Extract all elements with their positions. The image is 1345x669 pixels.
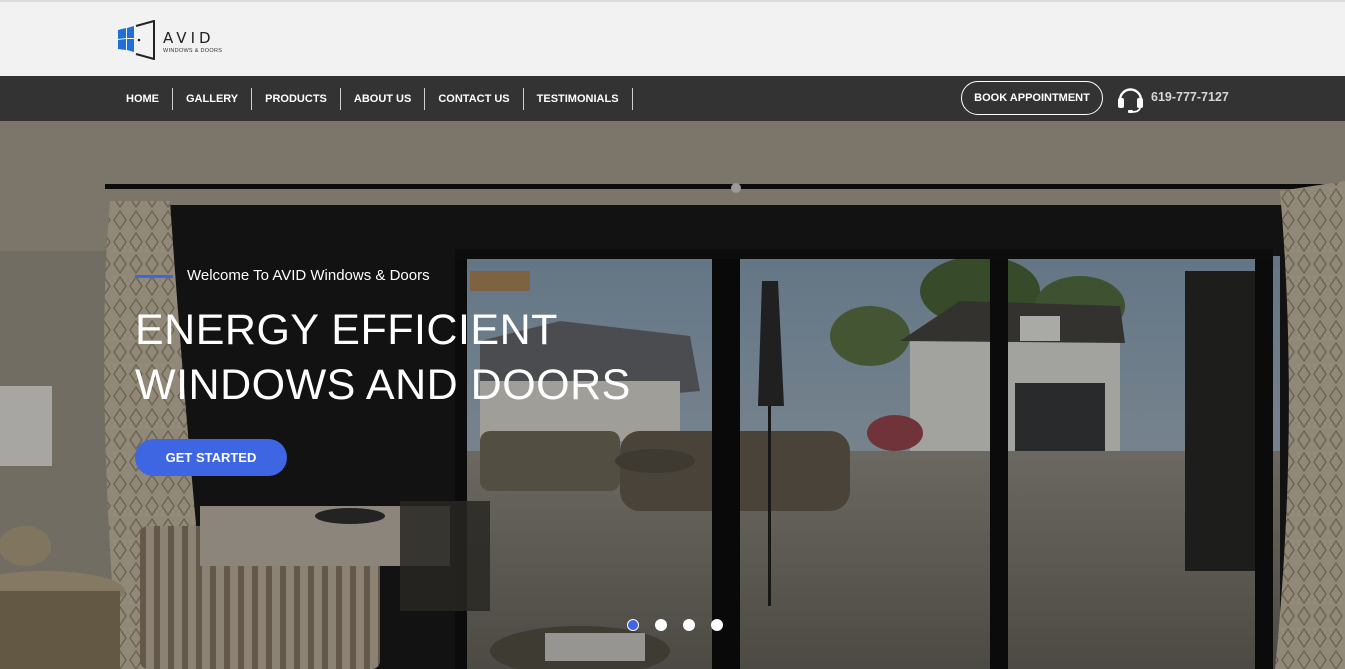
nav-item-gallery[interactable]: GALLERY	[173, 87, 253, 110]
hero-slider: Welcome To AVID Windows & Doors ENERGY E…	[0, 121, 1345, 669]
logo-window-icon	[118, 20, 155, 60]
headset-icon	[1118, 88, 1143, 113]
hero-headline-line-2: WINDOWS AND DOORS	[135, 361, 631, 409]
nav-item-testimonials[interactable]: TESTIMONIALS	[524, 87, 633, 110]
nav-item-products[interactable]: PRODUCTS	[252, 87, 341, 110]
welcome-accent-line	[135, 275, 173, 278]
main-navigation: HOME GALLERY PRODUCTS ABOUT US CONTACT U…	[0, 76, 1345, 121]
slider-pagination	[627, 619, 723, 631]
hero-headline: ENERGY EFFICIENT WINDOWS AND DOORS	[135, 303, 631, 413]
nav-item-home[interactable]: HOME	[113, 87, 173, 110]
phone-number[interactable]: 619-777-7127	[1151, 90, 1229, 104]
nav-menu: HOME GALLERY PRODUCTS ABOUT US CONTACT U…	[113, 76, 633, 121]
logo-tagline: WINDOWS & DOORS	[163, 48, 223, 54]
book-appointment-button[interactable]: BOOK APPOINTMENT	[961, 81, 1103, 115]
site-logo[interactable]: AVID WINDOWS & DOORS	[117, 18, 227, 62]
slider-dot-3[interactable]	[683, 619, 695, 631]
site-header: AVID WINDOWS & DOORS	[0, 2, 1345, 76]
get-started-button[interactable]: GET STARTED	[135, 439, 287, 476]
slider-dot-4[interactable]	[711, 619, 723, 631]
logo-name: AVID	[163, 29, 215, 47]
nav-item-about-us[interactable]: ABOUT US	[341, 87, 426, 110]
nav-item-contact-us[interactable]: CONTACT US	[425, 87, 524, 110]
hero-welcome-text: Welcome To AVID Windows & Doors	[187, 267, 430, 284]
slider-dot-1[interactable]	[627, 619, 639, 631]
hero-headline-line-1: ENERGY EFFICIENT	[135, 306, 558, 354]
slider-dot-2[interactable]	[655, 619, 667, 631]
